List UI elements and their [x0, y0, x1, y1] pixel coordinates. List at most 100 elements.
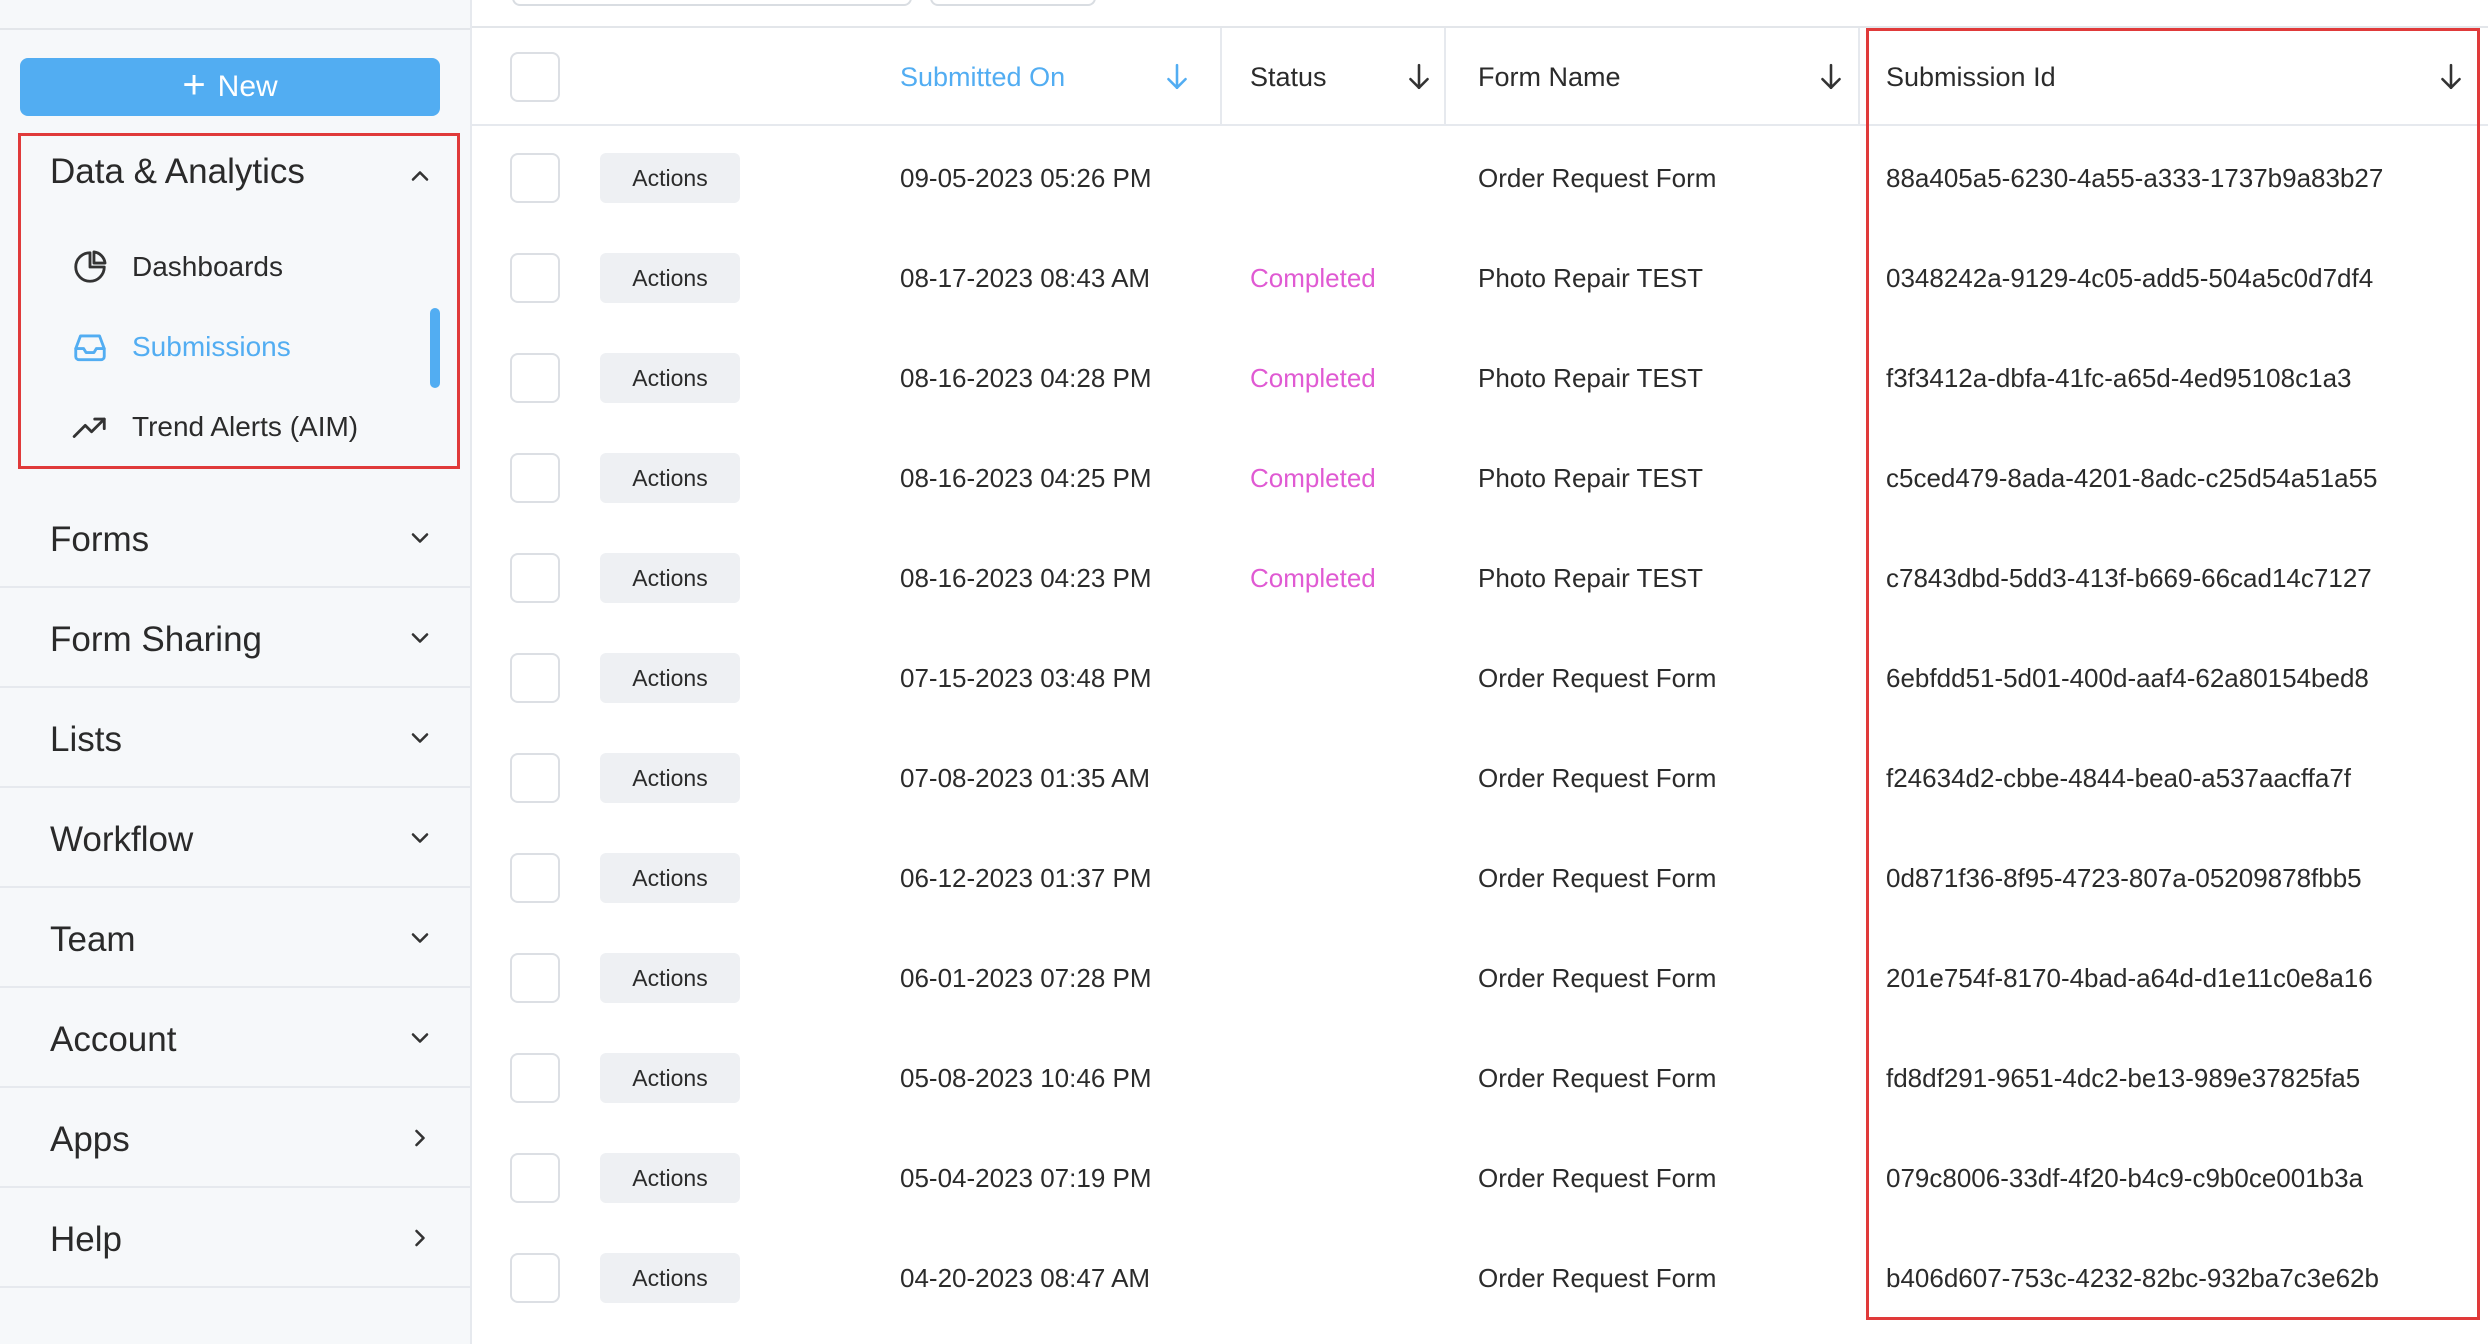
sidebar-section-team[interactable]: Team	[0, 888, 470, 988]
cell-submission-id: b406d607-753c-4232-82bc-932ba7c3e62b	[1886, 1262, 2379, 1293]
row-checkbox[interactable]	[510, 453, 560, 503]
column-divider[interactable]	[1220, 28, 1222, 126]
sidebar-section-apps[interactable]: Apps	[0, 1088, 470, 1188]
actions-button[interactable]: Actions	[600, 753, 740, 803]
cell-submitted-on: 08-17-2023 08:43 AM	[900, 262, 1151, 293]
actions-button[interactable]: Actions	[600, 153, 740, 203]
active-indicator	[430, 308, 440, 388]
sidebar: + New Data & Analytics Dashboards Submis…	[0, 0, 472, 1344]
table-row: Actions 05-04-2023 07:19 PM Order Reques…	[472, 1128, 2488, 1228]
cell-submitted-on: 06-12-2023 01:37 PM	[900, 862, 1152, 893]
row-checkbox[interactable]	[510, 1153, 560, 1203]
sidebar-section-title: Workflow	[50, 820, 194, 859]
cell-form-name: Photo Repair TEST	[1478, 262, 1703, 293]
cell-submission-id: 201e754f-8170-4bad-a64d-d1e11c0e8a16	[1886, 962, 2373, 993]
table-row: Actions 08-16-2023 04:28 PM Completed Ph…	[472, 328, 2488, 428]
row-checkbox[interactable]	[510, 353, 560, 403]
sidebar-section-title: Help	[50, 1220, 122, 1259]
column-header-submission-id[interactable]: Submission Id	[1886, 28, 2466, 126]
actions-button[interactable]: Actions	[600, 1153, 740, 1203]
row-checkbox[interactable]	[510, 1253, 560, 1303]
cell-form-name: Photo Repair TEST	[1478, 362, 1703, 393]
divider	[0, 28, 470, 30]
trending-up-icon	[70, 407, 110, 447]
table-row: Actions 09-05-2023 05:26 PM Order Reques…	[472, 128, 2488, 228]
chevron-down-icon	[406, 724, 434, 752]
inbox-icon	[70, 327, 110, 367]
sidebar-section-lists[interactable]: Lists	[0, 688, 470, 788]
column-header-form-name[interactable]: Form Name	[1478, 28, 1852, 126]
cell-submission-id: fd8df291-9651-4dc2-be13-989e37825fa5	[1886, 1062, 2361, 1093]
sort-arrow-down-icon[interactable]	[1818, 62, 1844, 92]
sort-arrow-down-icon[interactable]	[2438, 62, 2464, 92]
sidebar-section-title: Forms	[50, 520, 150, 559]
sidebar-group-title[interactable]: Data & Analytics	[50, 152, 305, 192]
column-divider[interactable]	[1444, 28, 1446, 126]
sidebar-section-form-sharing[interactable]: Form Sharing	[0, 588, 470, 688]
actions-button[interactable]: Actions	[600, 853, 740, 903]
sidebar-section-workflow[interactable]: Workflow	[0, 788, 470, 888]
row-checkbox[interactable]	[510, 253, 560, 303]
new-button-label: New	[217, 70, 278, 103]
row-checkbox[interactable]	[510, 1053, 560, 1103]
chevron-up-icon[interactable]	[406, 162, 434, 190]
sidebar-item-submissions[interactable]: Submissions	[70, 320, 450, 374]
sidebar-item-dashboards[interactable]: Dashboards	[70, 240, 450, 294]
cell-submitted-on: 06-01-2023 07:28 PM	[900, 962, 1152, 993]
column-header-submitted-on[interactable]: Submitted On	[900, 28, 1200, 126]
cell-form-name: Photo Repair TEST	[1478, 562, 1703, 593]
actions-button[interactable]: Actions	[600, 1253, 740, 1303]
new-button[interactable]: + New	[20, 58, 440, 116]
actions-button[interactable]: Actions	[600, 653, 740, 703]
column-header-status[interactable]: Status	[1250, 28, 1446, 126]
cell-submitted-on: 04-20-2023 08:47 AM	[900, 1262, 1151, 1293]
row-checkbox[interactable]	[510, 953, 560, 1003]
cell-submitted-on: 08-16-2023 04:28 PM	[900, 362, 1152, 393]
sidebar-section-title: Team	[50, 920, 136, 959]
cell-submitted-on: 07-08-2023 01:35 AM	[900, 762, 1151, 793]
table-row: Actions 04-20-2023 08:47 AM Order Reques…	[472, 1228, 2488, 1328]
column-divider[interactable]	[1858, 28, 1860, 126]
actions-button[interactable]: Actions	[600, 253, 740, 303]
table-row: Actions 06-01-2023 07:28 PM Order Reques…	[472, 928, 2488, 1028]
actions-button[interactable]: Actions	[600, 453, 740, 503]
pie-chart-icon	[70, 247, 110, 287]
table-row: Actions 08-17-2023 08:43 AM Completed Ph…	[472, 228, 2488, 328]
sort-arrow-down-icon[interactable]	[1164, 62, 1190, 92]
actions-button[interactable]: Actions	[600, 1053, 740, 1103]
cell-status: Completed	[1250, 462, 1376, 493]
row-checkbox[interactable]	[510, 553, 560, 603]
sidebar-section-title: Lists	[50, 720, 122, 759]
sort-arrow-down-icon[interactable]	[1406, 62, 1432, 92]
cell-status: Completed	[1250, 562, 1376, 593]
sidebar-section-title: Account	[50, 1020, 177, 1059]
row-checkbox[interactable]	[510, 653, 560, 703]
cell-submission-id: c5ced479-8ada-4201-8adc-c25d54a51a55	[1886, 462, 2378, 493]
chevron-down-icon	[406, 824, 434, 852]
column-header-label: Submitted On	[900, 61, 1066, 92]
row-checkbox[interactable]	[510, 853, 560, 903]
cell-submission-id: 0348242a-9129-4c05-add5-504a5c0d7df4	[1886, 262, 2374, 293]
sidebar-section-forms[interactable]: Forms	[0, 488, 470, 588]
table-row: Actions 06-12-2023 01:37 PM Order Reques…	[472, 828, 2488, 928]
sidebar-section-account[interactable]: Account	[0, 988, 470, 1088]
filter-input[interactable]	[512, 0, 912, 6]
plus-icon: +	[182, 63, 206, 107]
actions-button[interactable]: Actions	[600, 353, 740, 403]
cell-form-name: Photo Repair TEST	[1478, 462, 1703, 493]
cell-form-name: Order Request Form	[1478, 1262, 1717, 1293]
actions-button[interactable]: Actions	[600, 953, 740, 1003]
cell-submitted-on: 07-15-2023 03:48 PM	[900, 662, 1152, 693]
cell-form-name: Order Request Form	[1478, 962, 1717, 993]
actions-button[interactable]: Actions	[600, 553, 740, 603]
table-row: Actions 07-08-2023 01:35 AM Order Reques…	[472, 728, 2488, 828]
row-checkbox[interactable]	[510, 753, 560, 803]
sidebar-item-trend-alerts[interactable]: Trend Alerts (AIM)	[70, 400, 450, 454]
table-row: Actions 08-16-2023 04:23 PM Completed Ph…	[472, 528, 2488, 628]
cell-submitted-on: 09-05-2023 05:26 PM	[900, 162, 1152, 193]
column-header-label: Submission Id	[1886, 61, 2056, 92]
filter-button[interactable]	[930, 0, 1096, 6]
sidebar-section-help[interactable]: Help	[0, 1188, 470, 1288]
row-checkbox[interactable]	[510, 153, 560, 203]
select-all-checkbox[interactable]	[510, 52, 560, 102]
